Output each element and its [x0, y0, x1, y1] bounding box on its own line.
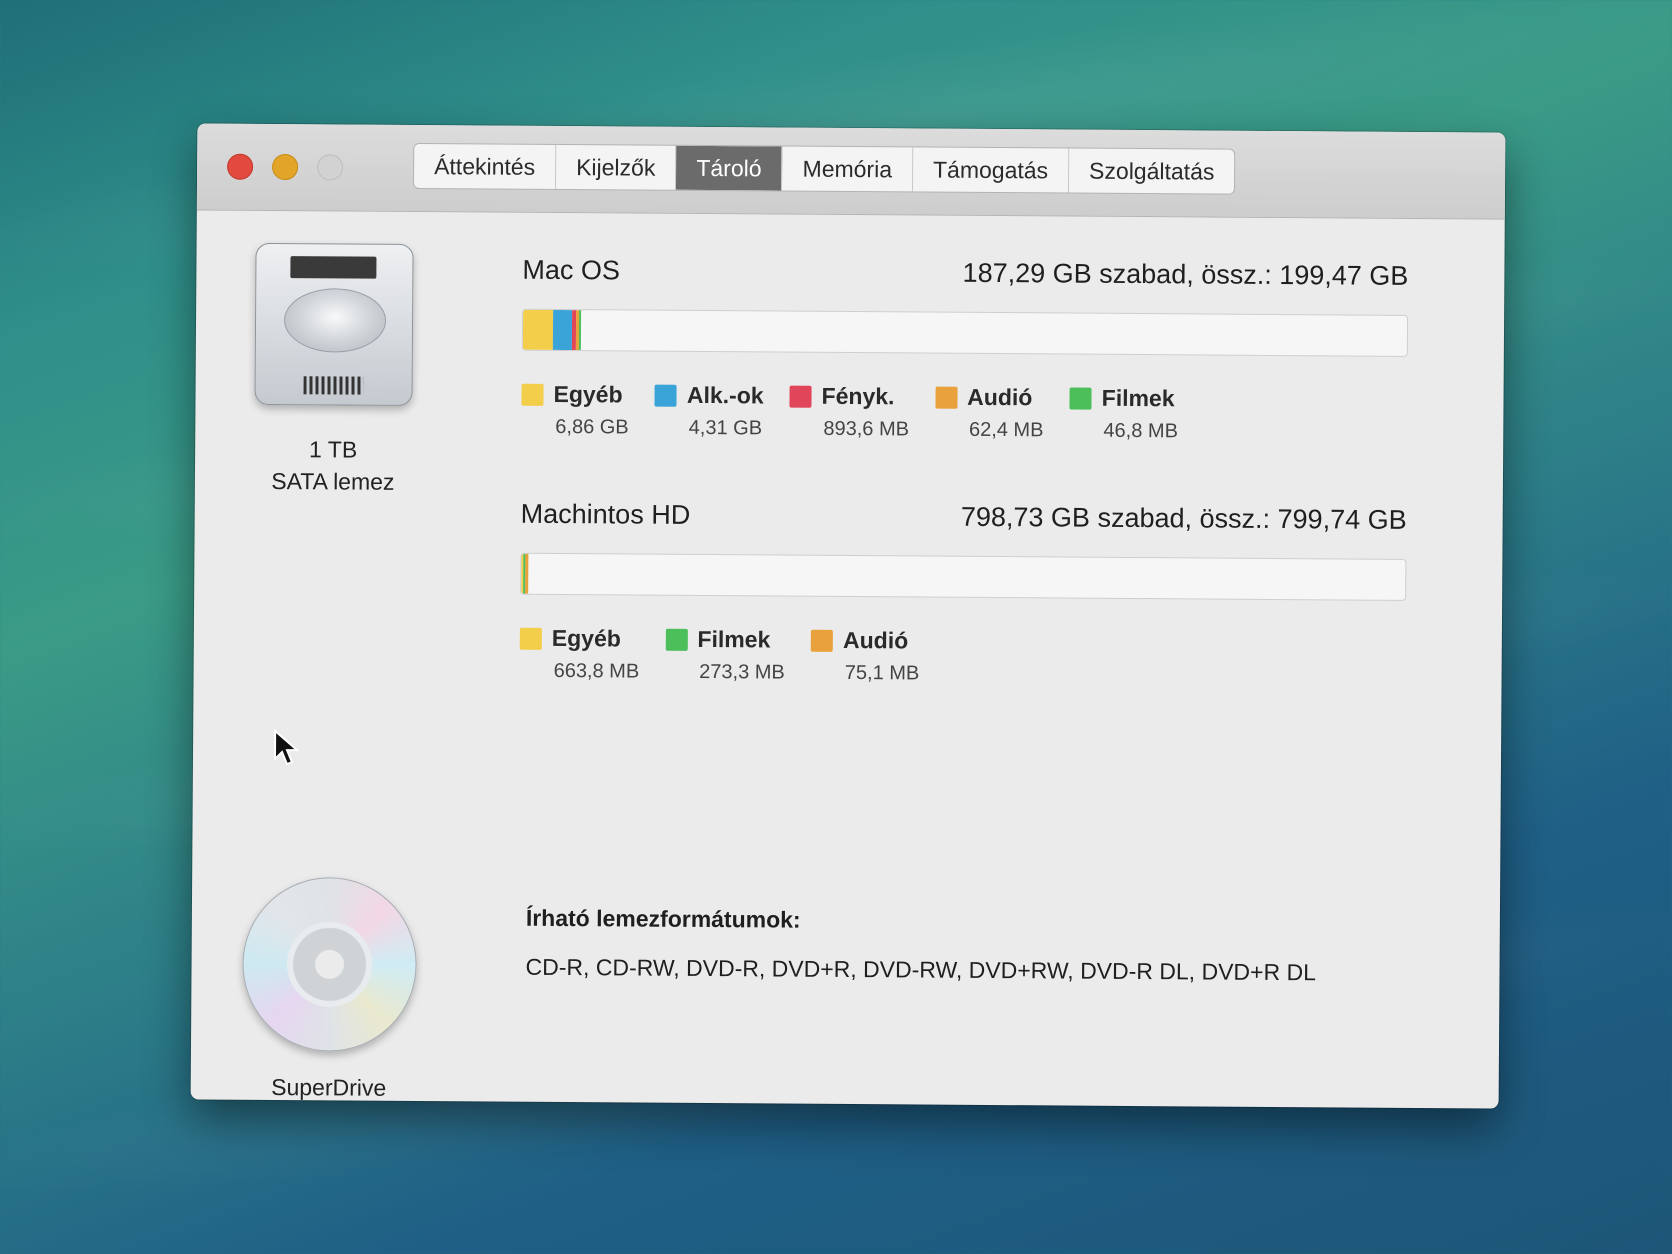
legend-item-movies: Filmek 46,8 MB — [1069, 385, 1178, 444]
tab-memory[interactable]: Memória — [782, 146, 914, 192]
legend-swatch — [789, 385, 812, 408]
writable-formats-title: Írható lemezformátumok: — [525, 904, 801, 933]
legend-size: 893,6 MB — [823, 417, 910, 441]
tab-displays[interactable]: Kijelzők — [555, 144, 677, 190]
volume-machintos-hd: Machintos HD 798,73 GB szabad, össz.: 79… — [519, 499, 1407, 684]
legend-swatch — [1069, 387, 1092, 410]
legend-label: Audió — [842, 626, 909, 654]
title-bar: Áttekintés Kijelzők Tároló Memória Támog… — [196, 123, 1506, 220]
usage-segment — [522, 309, 554, 350]
minimize-button[interactable] — [272, 153, 299, 181]
legend-size: 75,1 MB — [844, 661, 920, 685]
storage-legend: Egyéb 6,86 GB Alk.-ok 4,31 GB Fényk. 893… — [521, 381, 1204, 444]
about-this-mac-window: Áttekintés Kijelzők Tároló Memória Támog… — [190, 123, 1506, 1109]
disk-type-label: SATA lemez — [271, 467, 395, 495]
tab-support[interactable]: Támogatás — [912, 147, 1070, 193]
legend-label: Alk.-ok — [686, 381, 764, 409]
legend-item-audio: Audió 75,1 MB — [810, 626, 920, 686]
legend-swatch — [654, 384, 678, 407]
legend-label: Audió — [967, 383, 1033, 411]
disk-device: 1 TB SATA lemez — [243, 242, 425, 498]
legend-size: 273,3 MB — [699, 660, 785, 684]
legend-item-other: Egyéb 663,8 MB — [519, 624, 640, 684]
hard-drive-icon — [254, 242, 414, 406]
legend-item-audio: Audió 62,4 MB — [935, 384, 1044, 443]
legend-swatch — [521, 383, 544, 406]
storage-usage-bar — [520, 552, 1407, 601]
zoom-button[interactable] — [317, 154, 344, 181]
storage-legend: Egyéb 663,8 MB Filmek 273,3 MB Audió 75,… — [519, 624, 946, 686]
legend-swatch — [665, 628, 688, 651]
legend-swatch — [519, 627, 542, 650]
legend-item-apps: Alk.-ok 4,31 GB — [654, 381, 764, 441]
legend-label: Fényk. — [821, 382, 895, 410]
volume-name: Mac OS — [522, 254, 621, 286]
storage-panel: 1 TB SATA lemez SuperDrive Mac OS 187,29… — [191, 210, 1505, 1108]
tab-overview[interactable]: Áttekintés — [413, 143, 557, 189]
legend-swatch — [935, 386, 958, 409]
legend-swatch — [810, 629, 834, 652]
storage-usage-bar — [521, 308, 1409, 357]
optical-drive-label: SuperDrive — [271, 1073, 387, 1101]
legend-size: 6,86 GB — [555, 415, 629, 439]
legend-item-other: Egyéb 6,86 GB — [521, 381, 629, 440]
legend-label: Filmek — [1101, 384, 1175, 412]
legend-label: Egyéb — [553, 380, 623, 408]
usage-segment — [525, 553, 529, 594]
close-button[interactable] — [227, 153, 254, 180]
usage-segment — [578, 310, 581, 351]
tab-bar: Áttekintés Kijelzők Tároló Memória Támog… — [412, 142, 1236, 195]
tab-service[interactable]: Szolgáltatás — [1069, 149, 1235, 194]
legend-label: Egyéb — [551, 624, 621, 652]
legend-label: Filmek — [697, 625, 771, 653]
legend-size: 663,8 MB — [553, 659, 640, 683]
legend-size: 4,31 GB — [688, 416, 763, 440]
writable-formats-section: Írható lemezformátumok: CD-R, CD-RW, DVD… — [525, 905, 1446, 987]
legend-item-photos: Fényk. 893,6 MB — [789, 383, 909, 442]
mouse-pointer-icon — [273, 728, 300, 766]
legend-size: 46,8 MB — [1103, 419, 1179, 443]
volume-name: Machintos HD — [520, 498, 691, 530]
volume-mac-os: Mac OS 187,29 GB szabad, össz.: 199,47 G… — [521, 255, 1408, 442]
disk-capacity-label: 1 TB — [308, 436, 358, 463]
legend-size: 62,4 MB — [968, 418, 1044, 442]
volume-free-space: 798,73 GB szabad, össz.: 799,74 GB — [960, 501, 1407, 535]
usage-segment — [552, 309, 573, 351]
writable-formats-list: CD-R, CD-RW, DVD-R, DVD+R, DVD-RW, DVD+R… — [525, 953, 1317, 986]
volume-free-space: 187,29 GB szabad, össz.: 199,47 GB — [962, 257, 1409, 291]
tab-storage[interactable]: Tároló — [676, 145, 783, 191]
cd-disc-icon — [241, 876, 418, 1052]
legend-item-movies: Filmek 273,3 MB — [665, 626, 785, 685]
optical-device: SuperDrive — [239, 876, 421, 1104]
